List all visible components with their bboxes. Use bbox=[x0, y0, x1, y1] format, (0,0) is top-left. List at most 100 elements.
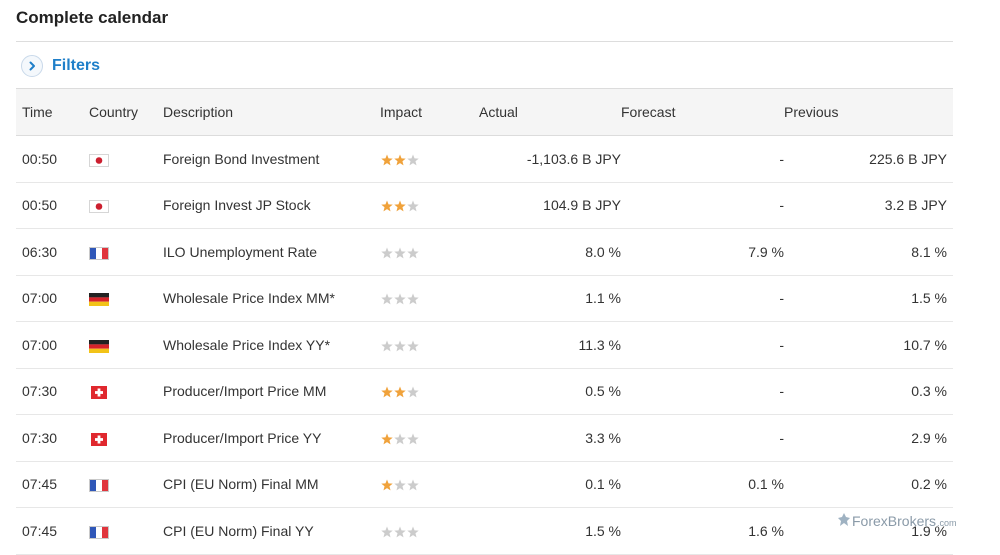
france-flag-icon bbox=[89, 479, 109, 493]
impact-star bbox=[407, 526, 419, 537]
france-flag-icon bbox=[89, 525, 109, 539]
impact-star bbox=[381, 340, 393, 351]
impact-star bbox=[407, 247, 419, 258]
cell-impact bbox=[380, 182, 479, 229]
impact-stars-icon bbox=[381, 479, 419, 491]
filters-bar: Filters bbox=[16, 50, 953, 82]
cell-time: 00:50 bbox=[16, 182, 89, 229]
impact-stars-icon bbox=[381, 386, 419, 398]
title-divider bbox=[16, 41, 953, 42]
cell-time: 00:50 bbox=[16, 135, 89, 183]
table-row[interactable]: 07:45 CPI (EU Norm) Final MM 0.1 % 0.1 % 0.2… bbox=[16, 461, 953, 508]
impact-stars-icon bbox=[381, 200, 419, 212]
cell-description[interactable]: Producer/Import Price MM bbox=[163, 368, 380, 415]
germany-flag-icon bbox=[89, 339, 109, 353]
impact-star bbox=[407, 386, 419, 398]
column-header-forecast[interactable]: Forecast bbox=[621, 88, 784, 136]
cell-previous: 3.2 B JPY bbox=[784, 182, 953, 229]
impact-star bbox=[394, 526, 406, 537]
cell-actual: 0.5 % bbox=[479, 368, 621, 415]
cell-description[interactable]: CPI (EU Norm) Final YY bbox=[163, 507, 380, 555]
column-header-time[interactable]: Time bbox=[16, 88, 89, 136]
cell-previous: 1.5 % bbox=[784, 275, 953, 322]
impact-star bbox=[381, 526, 393, 537]
cell-country bbox=[89, 135, 163, 183]
cell-forecast: - bbox=[621, 414, 784, 462]
table-row[interactable]: 07:30 Producer/Import Price YY 3.3 % -2.9 % bbox=[16, 414, 953, 462]
cell-actual: 1.5 % bbox=[479, 507, 621, 555]
cell-description[interactable]: Foreign Invest JP Stock bbox=[163, 182, 380, 229]
impact-star bbox=[394, 479, 406, 491]
impact-star bbox=[407, 200, 419, 212]
cell-description[interactable]: CPI (EU Norm) Final MM bbox=[163, 461, 380, 508]
impact-star bbox=[381, 247, 393, 258]
filters-label: Filters bbox=[52, 57, 101, 74]
cell-previous: 225.6 B JPY bbox=[784, 135, 953, 183]
column-header-previous[interactable]: Previous bbox=[784, 88, 953, 136]
impact-star bbox=[407, 154, 419, 165]
column-header-country[interactable]: Country bbox=[89, 88, 163, 136]
cell-description[interactable]: ILO Unemployment Rate bbox=[163, 228, 380, 276]
cell-forecast: - bbox=[621, 321, 784, 369]
column-header-impact[interactable]: Impact bbox=[380, 88, 479, 136]
cell-previous: 0.3 % bbox=[784, 368, 953, 415]
impact-stars-icon bbox=[381, 433, 419, 444]
cell-country bbox=[89, 461, 163, 508]
table-header-row: Time Country Description Impact Actual F… bbox=[16, 88, 953, 136]
japan-flag-icon bbox=[89, 200, 109, 214]
impact-stars-icon bbox=[381, 154, 419, 165]
cell-description[interactable]: Foreign Bond Investment bbox=[163, 135, 380, 183]
table-row[interactable]: 07:00 Wholesale Price Index YY* 11.3 % -10.… bbox=[16, 321, 953, 369]
impact-star bbox=[407, 340, 419, 351]
impact-star bbox=[407, 433, 419, 444]
table-row[interactable]: 00:50 Foreign Invest JP Stock 104.9 B JPY -… bbox=[16, 182, 953, 229]
impact-star bbox=[407, 293, 419, 305]
cell-previous: 0.2 % bbox=[784, 461, 953, 508]
chevron-right-icon bbox=[21, 55, 43, 77]
cell-forecast: 7.9 % bbox=[621, 228, 784, 276]
impact-stars-icon bbox=[381, 526, 419, 537]
cell-forecast: - bbox=[621, 135, 784, 183]
cell-actual: 1.1 % bbox=[479, 275, 621, 322]
impact-stars-icon bbox=[381, 247, 419, 258]
cell-impact bbox=[380, 321, 479, 369]
impact-star bbox=[381, 479, 393, 491]
cell-previous: 2.9 % bbox=[784, 414, 953, 462]
cell-impact bbox=[380, 461, 479, 508]
impact-star bbox=[381, 386, 393, 398]
cell-actual: 3.3 % bbox=[479, 414, 621, 462]
impact-star bbox=[394, 200, 406, 212]
calendar-table: Time Country Description Impact Actual F… bbox=[16, 88, 953, 555]
switzerland-flag-icon bbox=[91, 386, 107, 400]
impact-stars-icon bbox=[381, 340, 419, 351]
table-row[interactable]: 07:00 Wholesale Price Index MM* 1.1 % -1.5 … bbox=[16, 275, 953, 322]
cell-country bbox=[89, 275, 163, 322]
column-header-description[interactable]: Description bbox=[163, 88, 380, 136]
table-row[interactable]: 07:30 Producer/Import Price MM 0.5 % -0.3 % bbox=[16, 368, 953, 415]
cell-forecast: - bbox=[621, 275, 784, 322]
cell-actual: -1,103.6 B JPY bbox=[479, 135, 621, 183]
cell-previous: 10.7 % bbox=[784, 321, 953, 369]
cell-impact bbox=[380, 507, 479, 555]
impact-star bbox=[381, 200, 393, 212]
table-row[interactable]: 00:50 Foreign Bond Investment -1,103.6 B J… bbox=[16, 135, 953, 183]
impact-star bbox=[394, 386, 406, 398]
impact-star bbox=[381, 293, 393, 305]
cell-description[interactable]: Wholesale Price Index MM* bbox=[163, 275, 380, 322]
switzerland-flag-icon bbox=[91, 432, 107, 446]
table-row[interactable]: 07:45 CPI (EU Norm) Final YY 1.5 % 1.6 % 1.9… bbox=[16, 507, 953, 555]
cell-country bbox=[89, 321, 163, 369]
cell-time: 06:30 bbox=[16, 228, 89, 276]
column-header-actual[interactable]: Actual bbox=[479, 88, 621, 136]
impact-star bbox=[394, 433, 406, 444]
cell-forecast: - bbox=[621, 182, 784, 229]
cell-time: 07:45 bbox=[16, 461, 89, 508]
japan-flag-icon bbox=[89, 153, 109, 167]
cell-description[interactable]: Wholesale Price Index YY* bbox=[163, 321, 380, 369]
cell-time: 07:00 bbox=[16, 321, 89, 369]
filters-toggle[interactable]: Filters bbox=[16, 55, 100, 77]
cell-actual: 11.3 % bbox=[479, 321, 621, 369]
cell-description[interactable]: Producer/Import Price YY bbox=[163, 414, 380, 462]
cell-impact bbox=[380, 368, 479, 415]
table-row[interactable]: 06:30 ILO Unemployment Rate 8.0 % 7.9 % 8.1 … bbox=[16, 228, 953, 276]
